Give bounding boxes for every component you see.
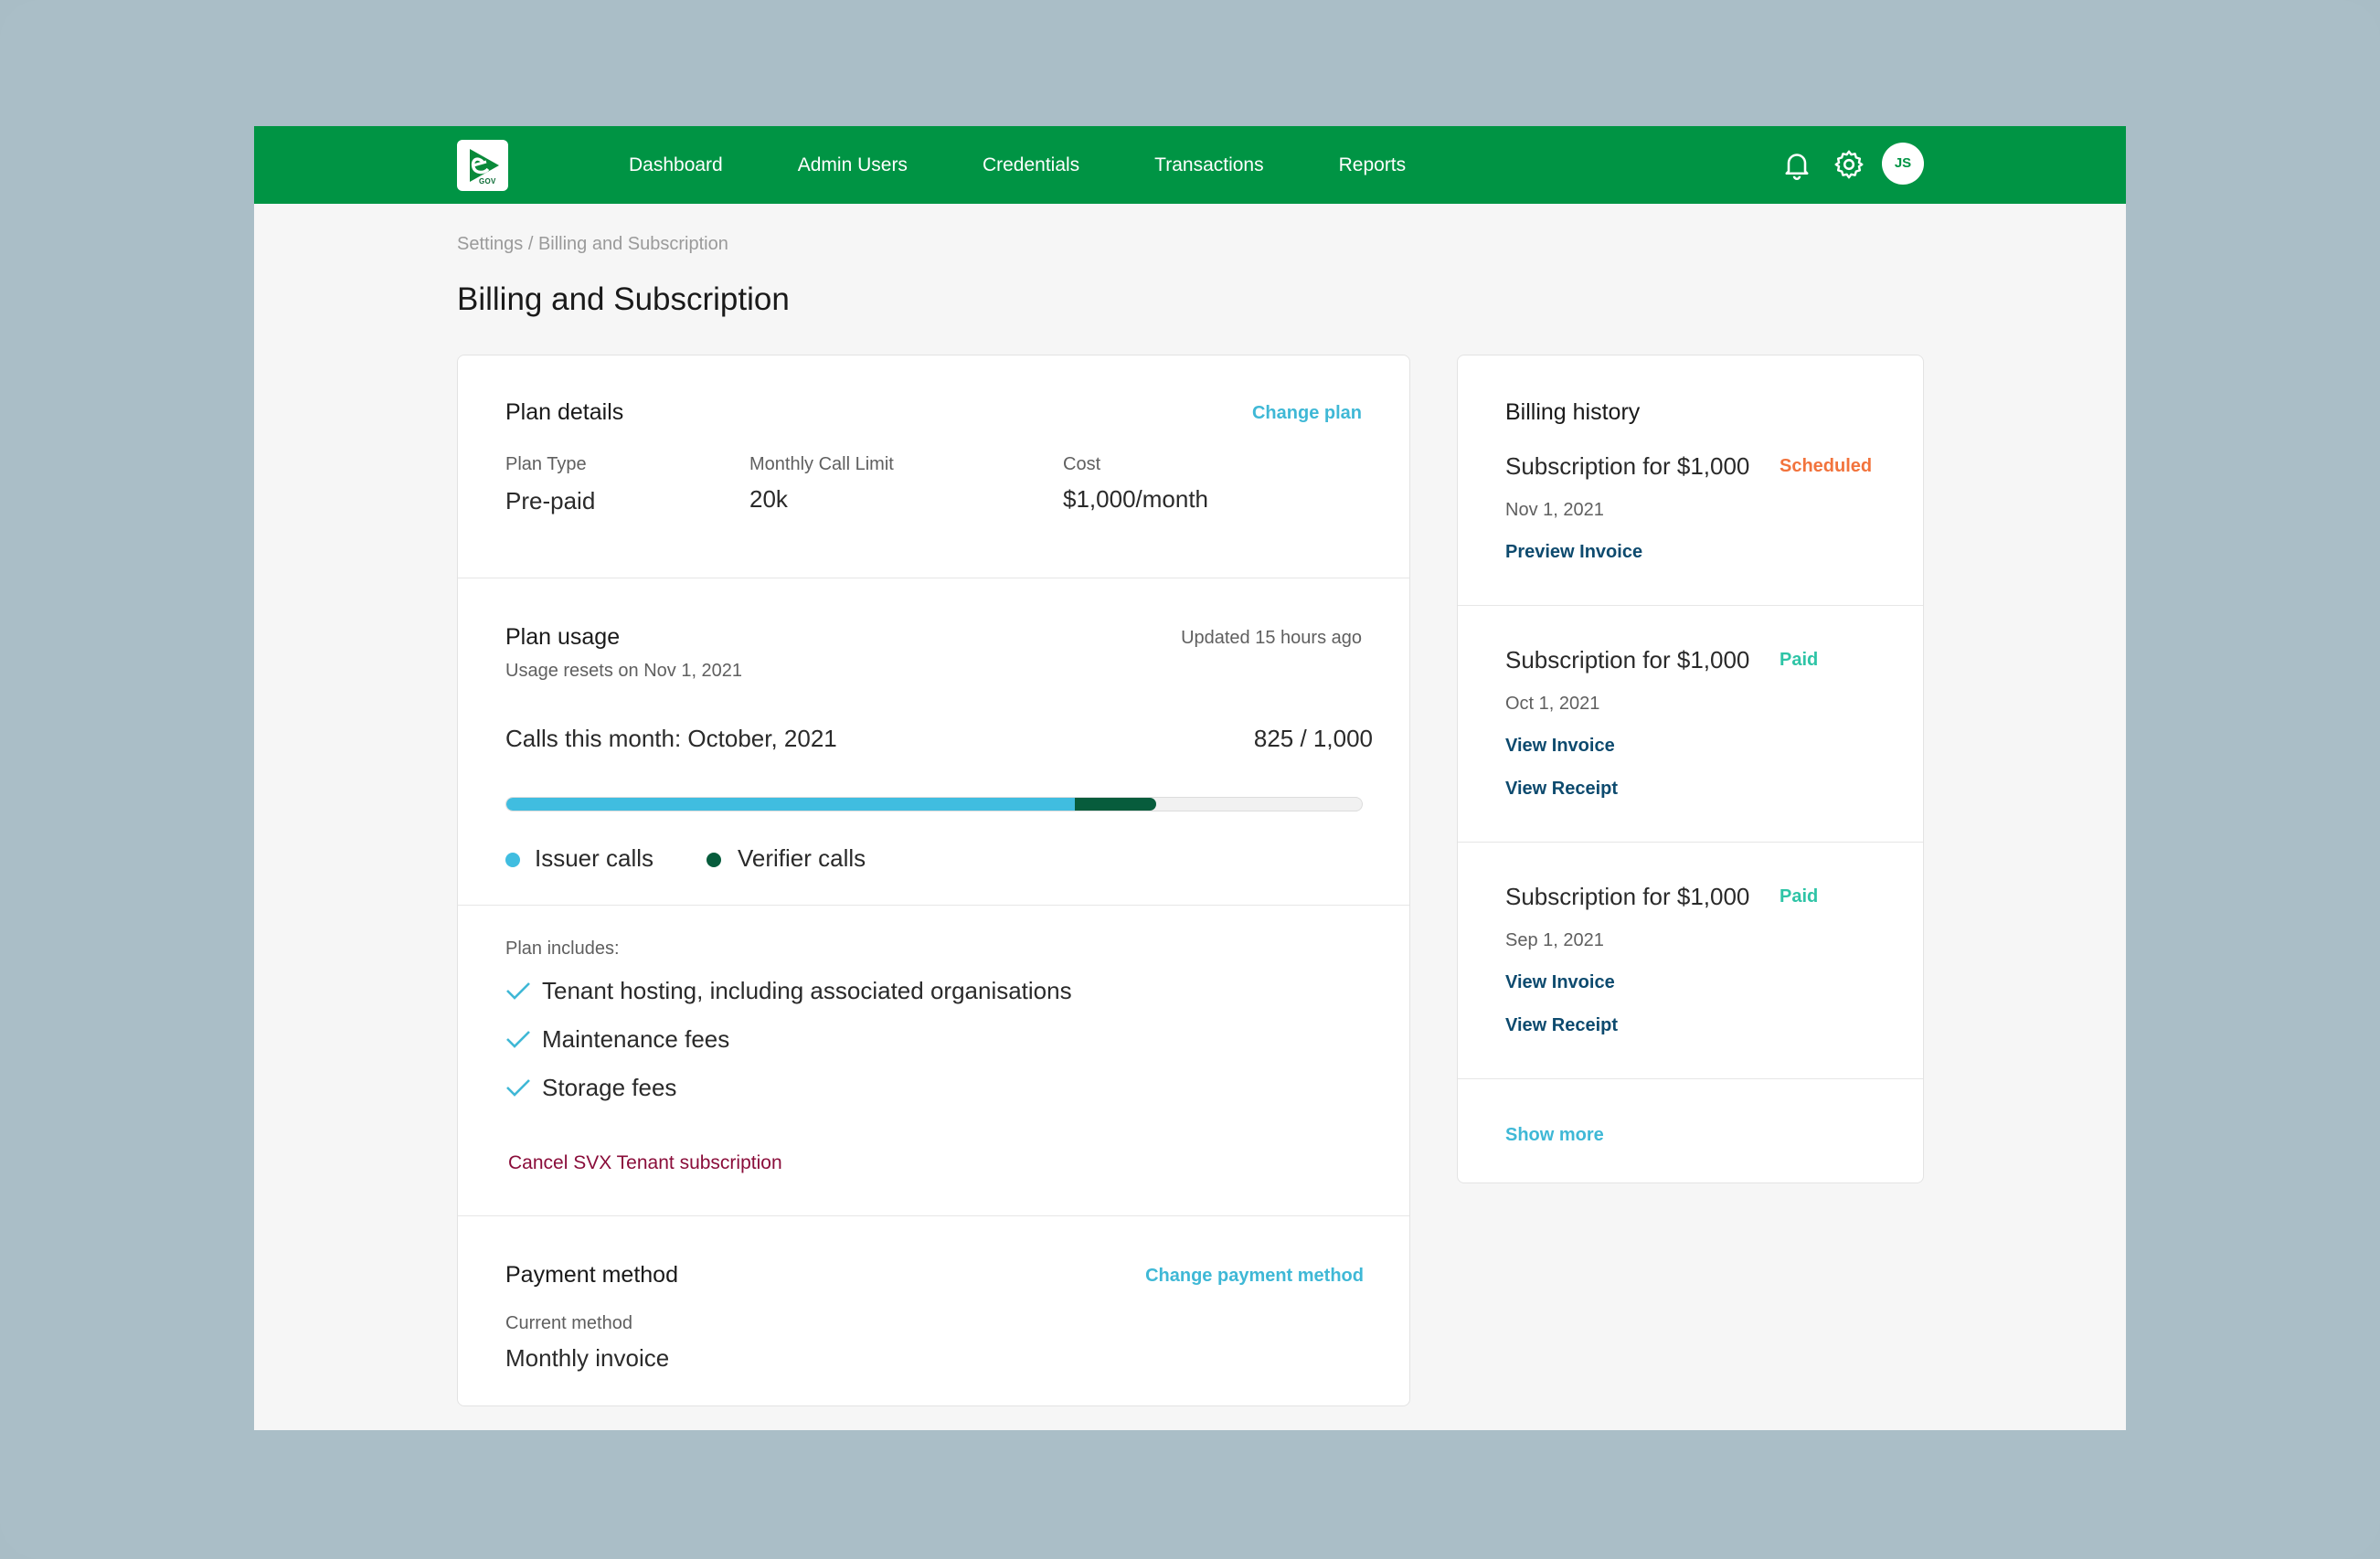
billing-entry: Billing history Subscription for $1,000 … bbox=[1458, 355, 1923, 606]
billing-entry: Subscription for $1,000 Paid Oct 1, 2021… bbox=[1458, 606, 1923, 843]
preview-invoice-link[interactable]: Preview Invoice bbox=[1505, 542, 1642, 563]
logo-text: GOV bbox=[479, 177, 496, 186]
billing-entry-date: Sep 1, 2021 bbox=[1505, 930, 1604, 950]
nav-item-dashboard[interactable]: Dashboard bbox=[629, 126, 723, 204]
current-method-label: Current method bbox=[505, 1313, 632, 1333]
view-receipt-link[interactable]: View Receipt bbox=[1505, 779, 1618, 800]
usage-updated-text: Updated 15 hours ago bbox=[1181, 628, 1362, 648]
avatar[interactable]: JS bbox=[1882, 143, 1924, 185]
issuer-legend-label: Issuer calls bbox=[535, 844, 654, 872]
include-item-label: Tenant hosting, including associated org… bbox=[542, 976, 1072, 1004]
billing-entry-date: Nov 1, 2021 bbox=[1505, 500, 1604, 520]
plan-usage-section: Plan usage Updated 15 hours ago Usage re… bbox=[458, 578, 1409, 906]
gear-icon[interactable] bbox=[1833, 148, 1865, 181]
change-plan-link[interactable]: Change plan bbox=[1252, 403, 1362, 424]
breadcrumb: Settings / Billing and Subscription bbox=[457, 234, 728, 255]
cancel-subscription-link[interactable]: Cancel SVX Tenant subscription bbox=[508, 1152, 782, 1174]
main-nav: Dashboard Admin Users Credentials Transa… bbox=[629, 126, 1481, 204]
page-title: Billing and Subscription bbox=[457, 281, 790, 317]
check-icon bbox=[506, 982, 530, 1000]
billing-entry-subject: Subscription for $1,000 bbox=[1505, 452, 1750, 480]
payment-method-section: Payment method Change payment method Cur… bbox=[458, 1216, 1409, 1405]
show-more-link[interactable]: Show more bbox=[1505, 1125, 1604, 1146]
calls-this-month-label: Calls this month: October, 2021 bbox=[505, 725, 837, 752]
usage-progress-bar bbox=[505, 797, 1363, 811]
verifier-legend-label: Verifier calls bbox=[738, 844, 866, 872]
screenshot-frame: GOV Dashboard Admin Users Credentials Tr… bbox=[0, 0, 2380, 1559]
include-item: Maintenance fees bbox=[505, 1023, 729, 1055]
usage-reset-text: Usage resets on Nov 1, 2021 bbox=[505, 661, 743, 681]
check-icon bbox=[506, 1031, 530, 1048]
nav-item-credentials[interactable]: Credentials bbox=[983, 126, 1079, 204]
view-invoice-link[interactable]: View Invoice bbox=[1505, 972, 1615, 993]
include-item: Storage fees bbox=[505, 1072, 676, 1103]
cost-value: $1,000/month bbox=[1063, 485, 1209, 513]
include-item-label: Maintenance fees bbox=[542, 1024, 730, 1053]
app-logo[interactable]: GOV bbox=[457, 140, 508, 191]
billing-entry: Subscription for $1,000 Paid Sep 1, 2021… bbox=[1458, 843, 1923, 1079]
billing-history-card: Billing history Subscription for $1,000 … bbox=[1457, 355, 1924, 1183]
plan-card: Plan details Change plan Plan Type Pre-p… bbox=[457, 355, 1410, 1406]
current-method-value: Monthly invoice bbox=[505, 1344, 670, 1372]
plan-type-value: Pre-paid bbox=[505, 487, 596, 514]
call-limit-label: Monthly Call Limit bbox=[749, 454, 894, 474]
top-navigation: GOV Dashboard Admin Users Credentials Tr… bbox=[254, 126, 2126, 204]
status-badge: Scheduled bbox=[1780, 456, 1873, 476]
verifier-calls-bar bbox=[1075, 798, 1157, 811]
bell-icon[interactable] bbox=[1780, 148, 1813, 181]
call-limit-value: 20k bbox=[749, 485, 788, 513]
plan-includes-section: Plan includes: Tenant hosting, including… bbox=[458, 906, 1409, 1216]
check-icon bbox=[506, 1079, 530, 1097]
billing-history-title: Billing history bbox=[1505, 399, 1641, 425]
billing-entry-date: Oct 1, 2021 bbox=[1505, 694, 1600, 714]
plan-usage-title: Plan usage bbox=[505, 624, 621, 650]
issuer-calls-bar bbox=[506, 798, 1076, 811]
breadcrumb-current: Billing and Subscription bbox=[537, 234, 728, 254]
include-item-label: Storage fees bbox=[542, 1073, 677, 1101]
status-badge: Paid bbox=[1780, 650, 1819, 670]
billing-entry-subject: Subscription for $1,000 bbox=[1505, 883, 1750, 910]
app-window: GOV Dashboard Admin Users Credentials Tr… bbox=[254, 126, 2126, 1430]
nav-item-reports[interactable]: Reports bbox=[1339, 126, 1407, 204]
payment-method-title: Payment method bbox=[505, 1262, 678, 1288]
plan-details-section: Plan details Change plan Plan Type Pre-p… bbox=[458, 355, 1409, 578]
cost-label: Cost bbox=[1063, 454, 1101, 474]
plan-details-title: Plan details bbox=[505, 399, 624, 425]
change-payment-method-link[interactable]: Change payment method bbox=[1145, 1266, 1364, 1287]
plan-type-label: Plan Type bbox=[505, 454, 587, 474]
verifier-legend-dot bbox=[707, 853, 721, 867]
issuer-legend-dot bbox=[505, 853, 520, 867]
view-receipt-link[interactable]: View Receipt bbox=[1505, 1015, 1618, 1036]
breadcrumb-settings[interactable]: Settings bbox=[457, 234, 523, 254]
billing-entry-subject: Subscription for $1,000 bbox=[1505, 646, 1750, 673]
nav-item-transactions[interactable]: Transactions bbox=[1154, 126, 1263, 204]
calls-count: 825 / 1,000 bbox=[1253, 725, 1373, 752]
view-invoice-link[interactable]: View Invoice bbox=[1505, 736, 1615, 757]
include-item: Tenant hosting, including associated org… bbox=[505, 975, 1072, 1006]
plan-includes-title: Plan includes: bbox=[505, 939, 620, 959]
nav-item-admin-users[interactable]: Admin Users bbox=[798, 126, 908, 204]
breadcrumb-separator: / bbox=[523, 234, 538, 254]
status-badge: Paid bbox=[1780, 886, 1819, 907]
